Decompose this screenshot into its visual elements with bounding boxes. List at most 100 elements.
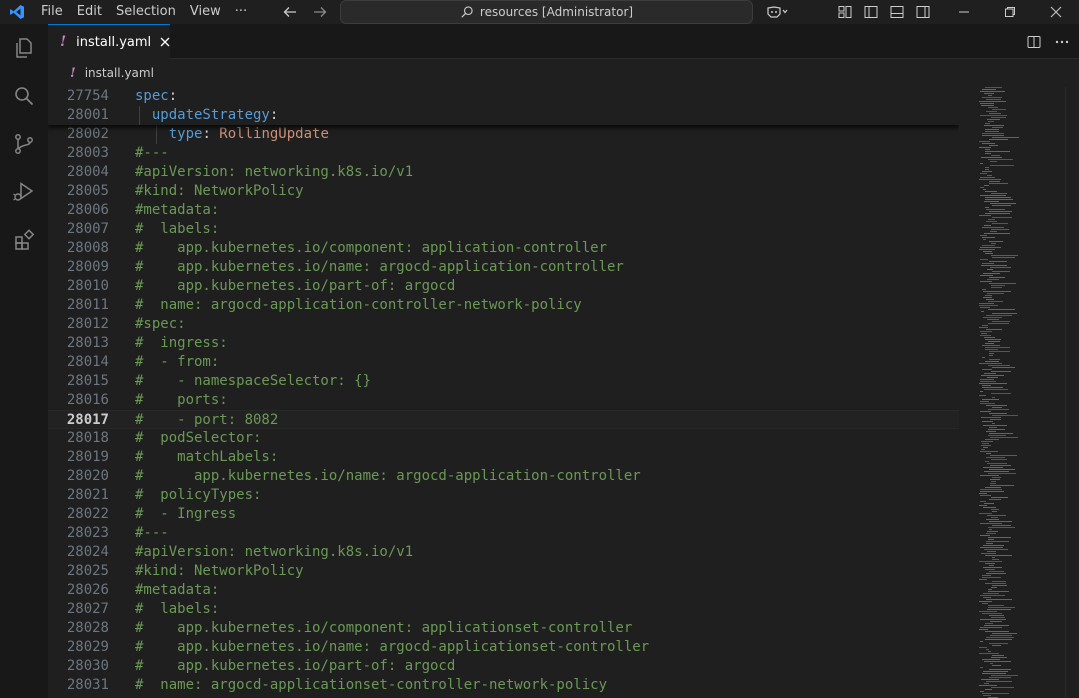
forward-arrow-icon[interactable]: [310, 2, 330, 22]
sticky-scroll-header[interactable]: 27754 spec: 28001 updateStrategy:: [48, 87, 959, 125]
command-center-search[interactable]: resources [Administrator]: [340, 0, 753, 24]
run-debug-icon[interactable]: [0, 168, 48, 216]
minimap-line: [979, 611, 997, 612]
code-line[interactable]: 28006 #metadata:: [48, 201, 959, 220]
minimap-line: [981, 553, 996, 554]
line-number: 28023: [66, 525, 109, 541]
code-line[interactable]: 28007 # labels:: [48, 220, 959, 239]
code-editor[interactable]: 27754 spec: 28001 updateStrategy: 28002 ty…: [48, 87, 959, 698]
close-icon[interactable]: [160, 34, 170, 50]
minimap-line: [979, 147, 991, 148]
navigation-arrows: [280, 0, 330, 24]
minimap-line: [987, 293, 1004, 294]
code-line[interactable]: 28028 # app.kubernetes.io/component: appl…: [48, 619, 959, 638]
search-view-icon[interactable]: [0, 72, 48, 120]
code-line[interactable]: 28003 #---: [48, 144, 959, 163]
minimap-line: [980, 163, 983, 164]
code-line[interactable]: 28031 # name: argocd-applicationset-contr…: [48, 676, 959, 695]
code-token: # - Ingress: [135, 506, 237, 522]
minimap-line: [991, 155, 1000, 156]
line-text: #metadata:: [135, 201, 219, 220]
code-line[interactable]: 28024 #apiVersion: networking.k8s.io/v1: [48, 543, 959, 562]
line-number: 28007: [66, 221, 109, 237]
code-token: spec: [135, 88, 169, 104]
code-token: #---: [135, 145, 169, 161]
explorer-icon[interactable]: [0, 24, 48, 72]
minimap-line: [980, 115, 1007, 116]
minimap-line: [990, 485, 1014, 486]
minimap-line: [988, 473, 1016, 474]
minimap-line: [982, 693, 1009, 694]
line-text: # app.kubernetes.io/component: applicati…: [135, 619, 632, 638]
code-line[interactable]: 28025 #kind: NetworkPolicy: [48, 562, 959, 581]
close-window-icon[interactable]: [1033, 0, 1079, 24]
code-line[interactable]: 28001 updateStrategy:: [48, 106, 959, 125]
minimap-line: [992, 415, 1018, 416]
line-text: # name: argocd-application-controller-ne…: [135, 296, 582, 315]
code-line[interactable]: 28015 # - namespaceSelector: {}: [48, 372, 959, 391]
menu-more[interactable]: ···: [228, 0, 254, 24]
minimap-canvas: [979, 87, 1019, 698]
code-line[interactable]: 27754 spec:: [48, 87, 959, 106]
code-line[interactable]: 28018 # podSelector:: [48, 429, 959, 448]
code-line[interactable]: 28009 # app.kubernetes.io/name: argocd-ap…: [48, 258, 959, 277]
minimap-line: [981, 375, 1004, 376]
more-actions-icon[interactable]: [1051, 31, 1073, 53]
code-line[interactable]: 28029 # app.kubernetes.io/name: argocd-ap…: [48, 638, 959, 657]
minimap-line: [986, 519, 999, 520]
current-code-line[interactable]: 28017 # - port: 8082: [48, 410, 959, 429]
toggle-panel-icon[interactable]: [884, 0, 910, 24]
minimap-line: [985, 149, 990, 150]
code-line[interactable]: 28012 #spec:: [48, 315, 959, 334]
code-line[interactable]: 28021 # policyTypes:: [48, 486, 959, 505]
minimap-line: [980, 335, 991, 336]
code-line[interactable]: 28014 # - from:: [48, 353, 959, 372]
restore-icon[interactable]: [987, 0, 1033, 24]
code-line[interactable]: 28005 #kind: NetworkPolicy: [48, 182, 959, 201]
code-line[interactable]: 28008 # app.kubernetes.io/component: appl…: [48, 239, 959, 258]
code-line[interactable]: 28010 # app.kubernetes.io/part-of: argocd: [48, 277, 959, 296]
menu-file[interactable]: File: [34, 0, 70, 24]
code-line[interactable]: 28002 type: RollingUpdate: [48, 125, 959, 144]
breadcrumb-file[interactable]: install.yaml: [85, 66, 154, 80]
line-number: 28005: [66, 183, 109, 199]
code-token: # ingress:: [135, 335, 228, 351]
toggle-primary-sidebar-icon[interactable]: [858, 0, 884, 24]
code-token: # policyTypes:: [135, 487, 262, 503]
minimap[interactable]: [959, 87, 1079, 698]
code-line[interactable]: 28030 # app.kubernetes.io/part-of: argocd: [48, 657, 959, 676]
minimap-line: [982, 135, 1004, 136]
minimap-line: [985, 131, 999, 132]
tab-install-yaml[interactable]: ! install.yaml: [48, 24, 170, 59]
code-line[interactable]: 28016 # ports:: [48, 391, 959, 410]
split-editor-icon[interactable]: [1023, 31, 1045, 53]
minimap-line: [982, 325, 988, 326]
back-arrow-icon[interactable]: [280, 2, 300, 22]
menu-view[interactable]: View: [183, 0, 228, 24]
code-line[interactable]: 28019 # matchLabels:: [48, 448, 959, 467]
source-control-icon[interactable]: [0, 120, 48, 168]
code-line[interactable]: 28023 #---: [48, 524, 959, 543]
minimap-line: [980, 187, 984, 188]
vertical-scrollbar[interactable]: [1065, 87, 1079, 698]
code-line[interactable]: 28020 # app.kubernetes.io/name: argocd-ap…: [48, 467, 959, 486]
minimap-line: [990, 479, 1000, 480]
menu-edit[interactable]: Edit: [70, 0, 109, 24]
minimap-line: [984, 683, 989, 684]
customize-layout-icon[interactable]: [832, 0, 858, 24]
toggle-secondary-sidebar-icon[interactable]: [910, 0, 936, 24]
code-line[interactable]: 28027 # labels:: [48, 600, 959, 619]
menu-selection[interactable]: Selection: [109, 0, 183, 24]
code-line[interactable]: 28013 # ingress:: [48, 334, 959, 353]
extensions-icon[interactable]: [0, 216, 48, 264]
minimap-line: [989, 643, 1008, 644]
code-token: updateStrategy: [151, 107, 270, 123]
code-line[interactable]: 28011 # name: argocd-application-controll…: [48, 296, 959, 315]
code-line[interactable]: 28026 #metadata:: [48, 581, 959, 600]
code-line[interactable]: 28004 #apiVersion: networking.k8s.io/v1: [48, 163, 959, 182]
minimap-line: [986, 111, 997, 112]
copilot-icon[interactable]: [760, 0, 794, 24]
code-line[interactable]: 28022 # - Ingress: [48, 505, 959, 524]
minimap-line: [987, 175, 992, 176]
minimize-icon[interactable]: [941, 0, 987, 24]
